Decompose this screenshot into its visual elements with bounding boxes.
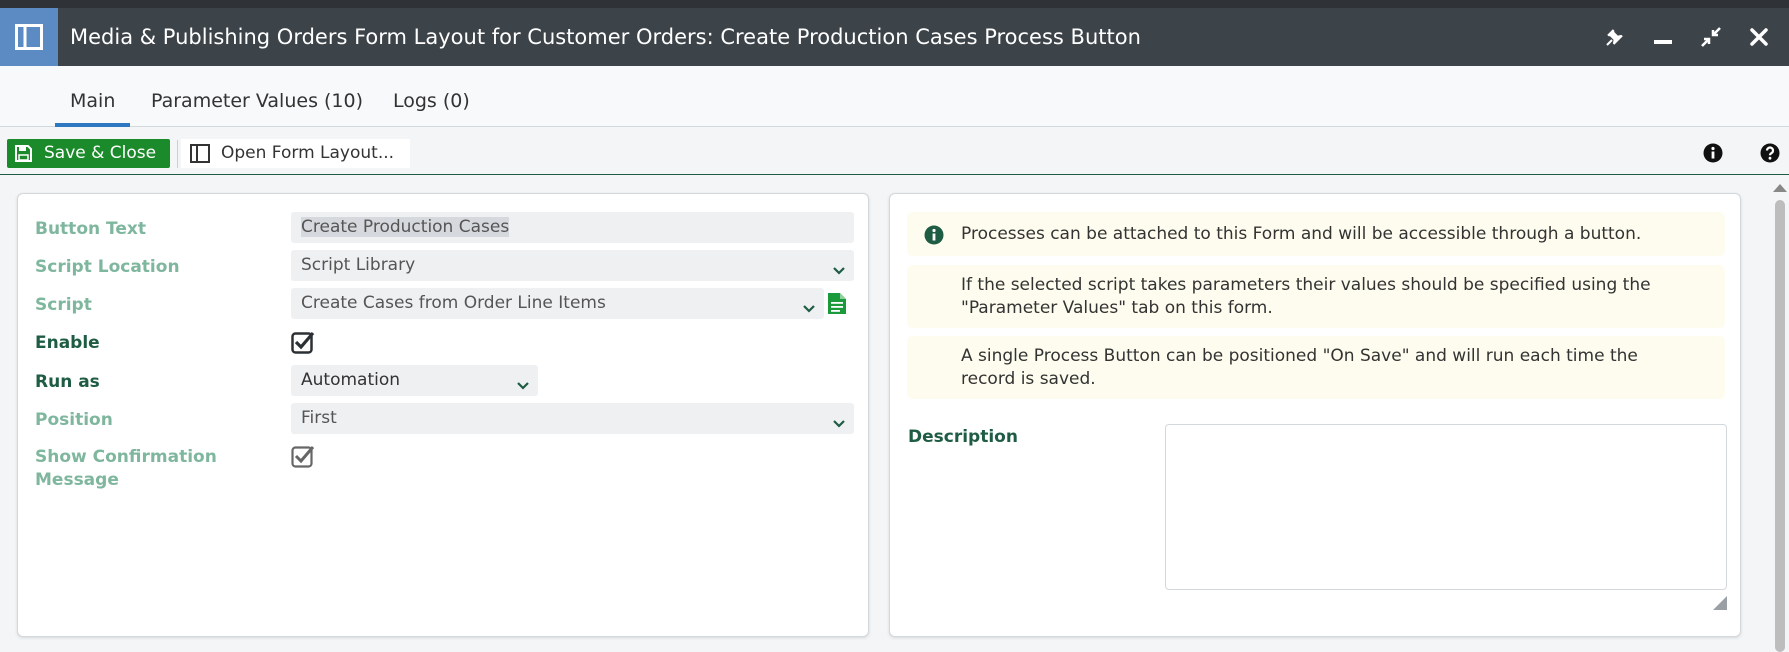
script-value: Create Cases from Order Line Items [301, 293, 606, 313]
info-line-3b: record is saved. [961, 369, 1096, 389]
save-icon [14, 144, 33, 173]
chevron-down-icon [802, 296, 816, 319]
top-strip [0, 0, 1789, 8]
button-text-field[interactable]: Create Production Cases [291, 212, 854, 243]
scroll-up-icon[interactable] [1773, 184, 1787, 192]
process-info-panel: Processes can be attached to this Form a… [889, 193, 1741, 637]
run-as-select[interactable]: Automation [291, 365, 538, 396]
info-message-parameters: If the selected script takes parameters … [907, 265, 1725, 328]
button-text-label: Button Text [35, 219, 146, 239]
run-as-label: Run as [35, 372, 100, 392]
tab-bar: Main Parameter Values (10) Logs (0) [0, 66, 1789, 127]
enable-checkbox[interactable] [291, 330, 315, 354]
process-button-form-panel: Button Text Create Production Cases Scri… [17, 193, 869, 637]
info-line-3a: A single Process Button can be positione… [961, 346, 1638, 366]
window-title: Media & Publishing Orders Form Layout fo… [70, 25, 1141, 49]
button-text-value: Create Production Cases [301, 217, 510, 237]
chevron-down-icon [832, 258, 846, 281]
position-value: First [301, 408, 337, 428]
script-location-select[interactable]: Script Library [291, 250, 854, 281]
info-line-1: Processes can be attached to this Form a… [961, 224, 1642, 244]
run-as-value: Automation [301, 370, 401, 390]
show-confirmation-label-line2: Message [35, 470, 119, 490]
script-label: Script [35, 295, 92, 315]
save-close-button[interactable]: Save & Close [7, 139, 170, 168]
open-form-layout-label: Open Form Layout... [221, 143, 395, 163]
info-line-2a: If the selected script takes parameters … [961, 275, 1651, 295]
layout-panel-icon[interactable] [0, 8, 58, 66]
layout-panel-icon [190, 144, 210, 173]
close-icon[interactable] [1744, 22, 1774, 52]
info-line-2b: "Parameter Values" tab on this form. [961, 298, 1273, 318]
position-label: Position [35, 410, 113, 430]
resize-handle-icon[interactable] [1713, 595, 1727, 614]
open-form-layout-button[interactable]: Open Form Layout... [181, 139, 410, 168]
vertical-scrollbar[interactable] [1770, 176, 1789, 652]
show-confirmation-checkbox[interactable] [291, 444, 315, 468]
save-close-label: Save & Close [44, 143, 157, 163]
scrollbar-thumb[interactable] [1775, 200, 1785, 652]
enable-label: Enable [35, 333, 100, 353]
chevron-down-icon [832, 411, 846, 434]
minimize-icon[interactable] [1648, 22, 1678, 52]
script-select[interactable]: Create Cases from Order Line Items [291, 288, 824, 319]
tab-main[interactable]: Main [55, 66, 131, 127]
chevron-down-icon [516, 373, 530, 396]
description-textarea[interactable] [1165, 424, 1727, 590]
script-location-value: Script Library [301, 255, 416, 275]
help-icon[interactable] [1760, 143, 1780, 163]
position-select[interactable]: First [291, 403, 854, 434]
tab-parameter-values[interactable]: Parameter Values (10) [136, 66, 378, 127]
restore-icon[interactable] [1696, 22, 1726, 52]
info-message: Processes can be attached to this Form a… [907, 212, 1725, 256]
toolbar-divider [177, 140, 178, 168]
tab-logs[interactable]: Logs (0) [378, 66, 485, 127]
script-location-label: Script Location [35, 257, 180, 277]
title-bar: Media & Publishing Orders Form Layout fo… [0, 8, 1789, 66]
description-label: Description [908, 427, 1018, 447]
pin-icon[interactable] [1600, 22, 1630, 52]
info-message-on-save: A single Process Button can be positione… [907, 336, 1725, 399]
toolbar: Save & Close Open Form Layout... [0, 127, 1789, 175]
show-confirmation-label: Show Confirmation [35, 447, 217, 467]
info-icon[interactable] [1703, 143, 1723, 163]
info-circle-icon [924, 225, 944, 250]
script-document-icon[interactable] [827, 292, 851, 316]
